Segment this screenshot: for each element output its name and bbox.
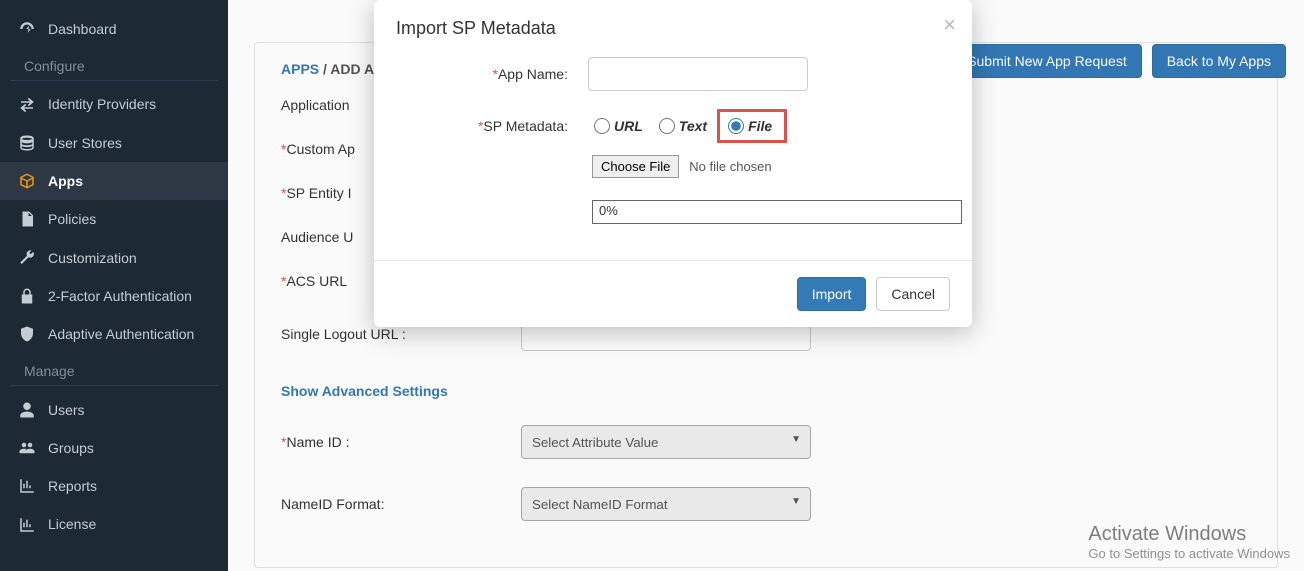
sp-metadata-radio-group: URL Text File: [588, 109, 787, 143]
radio-url[interactable]: URL: [588, 114, 649, 138]
radio-text-input[interactable]: [659, 118, 675, 134]
radio-file-highlight: File: [717, 109, 787, 143]
label-sp-metadata: *SP Metadata:: [396, 118, 588, 134]
progress-bar: 0%: [592, 200, 962, 224]
cancel-button[interactable]: Cancel: [876, 277, 950, 311]
file-chooser-row: Choose File No file chosen: [592, 155, 950, 178]
import-sp-metadata-modal: × Import SP Metadata *App Name: *SP Meta…: [374, 0, 972, 327]
file-status: No file chosen: [689, 159, 771, 174]
modal-title: Import SP Metadata: [396, 18, 950, 39]
modal-header: Import SP Metadata: [374, 0, 972, 53]
radio-file-input[interactable]: [728, 118, 744, 134]
close-icon[interactable]: ×: [943, 12, 956, 38]
radio-file[interactable]: File: [722, 114, 778, 138]
label-app-name: *App Name:: [396, 66, 588, 82]
app-name-input[interactable]: [588, 57, 808, 91]
modal-footer: Import Cancel: [374, 260, 972, 327]
radio-url-input[interactable]: [594, 118, 610, 134]
progress-row: 0%: [592, 200, 950, 224]
modal-body: *App Name: *SP Metadata: URL Text File C…: [374, 53, 972, 260]
row-sp-metadata: *SP Metadata: URL Text File: [396, 109, 950, 143]
watermark-line2: Go to Settings to activate Windows: [1088, 546, 1290, 561]
import-button[interactable]: Import: [797, 277, 867, 311]
watermark-line1: Activate Windows: [1088, 523, 1290, 546]
radio-text[interactable]: Text: [653, 114, 713, 138]
row-app-name: *App Name:: [396, 57, 950, 91]
windows-watermark: Activate Windows Go to Settings to activ…: [1088, 523, 1290, 561]
choose-file-button[interactable]: Choose File: [592, 155, 679, 178]
